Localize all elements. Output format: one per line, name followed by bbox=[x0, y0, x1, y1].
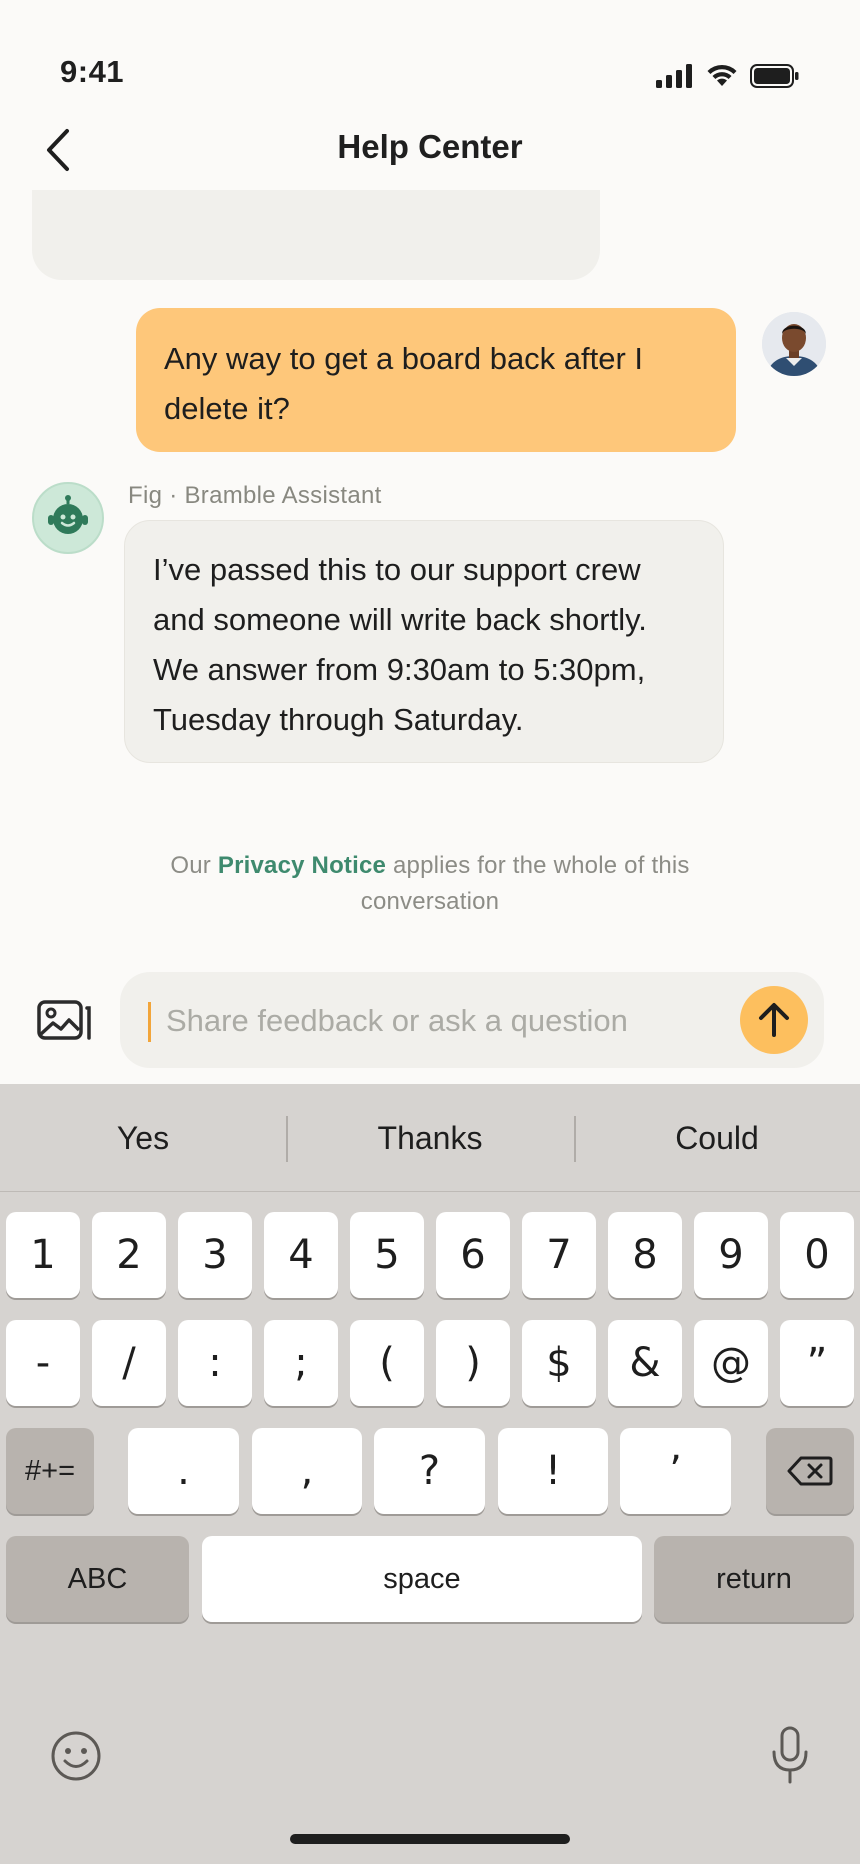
privacy-prefix: Our bbox=[170, 852, 211, 879]
bot-sender-name: Fig · Bramble Assistant bbox=[128, 482, 382, 509]
home-indicator bbox=[290, 1834, 570, 1844]
page-title: Help Center bbox=[337, 128, 523, 165]
key-comma[interactable]: , bbox=[252, 1428, 362, 1514]
key-ampersand[interactable]: & bbox=[608, 1320, 682, 1406]
battery-icon bbox=[750, 64, 799, 88]
key-slash[interactable]: / bbox=[92, 1320, 166, 1406]
backspace-icon bbox=[787, 1456, 833, 1486]
key-colon[interactable]: : bbox=[178, 1320, 252, 1406]
key-more-symbols[interactable]: #+= bbox=[6, 1428, 94, 1514]
message-input[interactable] bbox=[166, 992, 726, 1050]
key-semicolon[interactable]: ; bbox=[264, 1320, 338, 1406]
privacy-suffix: applies for the whole of this conversati… bbox=[360, 852, 690, 915]
key-open-paren[interactable]: ( bbox=[350, 1320, 424, 1406]
microphone-icon bbox=[772, 1726, 808, 1784]
key-dollar[interactable]: $ bbox=[522, 1320, 596, 1406]
suggestion-3[interactable]: Could bbox=[574, 1084, 860, 1192]
microphone-button[interactable] bbox=[770, 1726, 810, 1784]
suggestion-bar: Yes Thanks Could bbox=[0, 1084, 860, 1192]
previous-message-bubble bbox=[32, 190, 600, 280]
text-caret bbox=[148, 1002, 151, 1042]
key-question[interactable]: ? bbox=[374, 1428, 485, 1514]
key-9[interactable]: 9 bbox=[694, 1212, 768, 1298]
wifi-icon bbox=[707, 64, 737, 86]
suggestion-1[interactable]: Yes bbox=[0, 1084, 286, 1192]
key-apostrophe[interactable]: ’ bbox=[620, 1428, 731, 1514]
key-close-paren[interactable]: ) bbox=[436, 1320, 510, 1406]
key-quote[interactable]: ” bbox=[780, 1320, 854, 1406]
key-2[interactable]: 2 bbox=[92, 1212, 166, 1298]
key-5[interactable]: 5 bbox=[350, 1212, 424, 1298]
key-7[interactable]: 7 bbox=[522, 1212, 596, 1298]
space-key[interactable]: space bbox=[202, 1536, 642, 1622]
privacy-notice: Our Privacy Notice applies for the whole… bbox=[120, 848, 740, 920]
key-4[interactable]: 4 bbox=[264, 1212, 338, 1298]
arrow-up-icon bbox=[759, 1003, 789, 1037]
key-hyphen[interactable]: - bbox=[6, 1320, 80, 1406]
signal-icon bbox=[656, 64, 692, 88]
status-time: 9:41 bbox=[60, 54, 125, 89]
privacy-notice-link[interactable]: Privacy Notice bbox=[218, 852, 386, 879]
key-0[interactable]: 0 bbox=[780, 1212, 854, 1298]
key-3[interactable]: 3 bbox=[178, 1212, 252, 1298]
send-button[interactable] bbox=[740, 986, 808, 1054]
attach-image-button[interactable] bbox=[36, 994, 94, 1046]
emoji-icon bbox=[51, 1731, 101, 1781]
abc-key[interactable]: ABC bbox=[6, 1536, 189, 1622]
user-avatar bbox=[762, 312, 826, 376]
user-message-bubble: Any way to get a board back after I dele… bbox=[136, 308, 736, 452]
key-period[interactable]: . bbox=[128, 1428, 239, 1514]
key-1[interactable]: 1 bbox=[6, 1212, 80, 1298]
key-6[interactable]: 6 bbox=[436, 1212, 510, 1298]
key-8[interactable]: 8 bbox=[608, 1212, 682, 1298]
robot-icon bbox=[48, 495, 88, 534]
emoji-button[interactable] bbox=[50, 1730, 102, 1782]
backspace-key[interactable] bbox=[766, 1428, 854, 1514]
bot-avatar bbox=[32, 482, 104, 554]
bot-message-bubble: I’ve passed this to our support crew and… bbox=[124, 520, 724, 763]
suggestion-2[interactable]: Thanks bbox=[287, 1084, 573, 1192]
image-icon bbox=[37, 1000, 91, 1040]
status-icons bbox=[656, 64, 800, 88]
return-key[interactable]: return bbox=[654, 1536, 854, 1622]
key-exclamation[interactable]: ! bbox=[498, 1428, 608, 1514]
key-at[interactable]: @ bbox=[694, 1320, 768, 1406]
